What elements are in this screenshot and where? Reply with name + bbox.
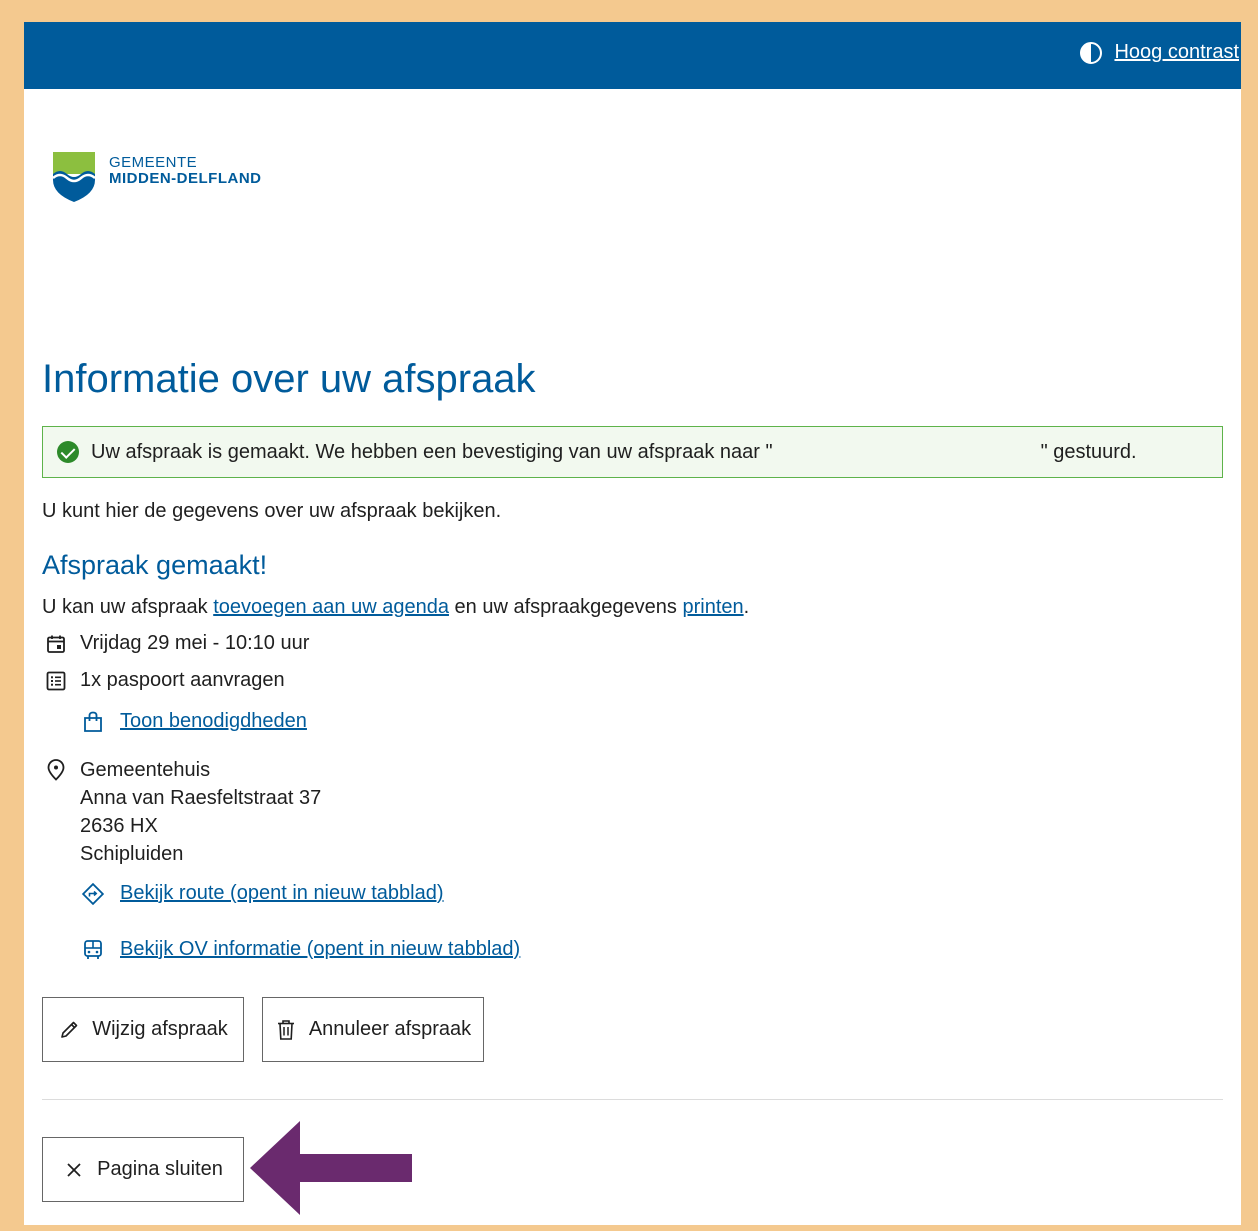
bus-icon: [82, 939, 104, 961]
close-label: Pagina sluiten: [97, 1158, 223, 1180]
public-transport-link[interactable]: Bekijk OV informatie (opent in nieuw tab…: [82, 938, 520, 961]
agenda-prefix: U kan uw afspraak: [42, 596, 214, 618]
municipality-logo[interactable]: GEMEENTE MIDDEN-DELFLAND: [53, 152, 261, 202]
agenda-suffix: .: [743, 596, 750, 618]
appointment-location: Gemeentehuis Anna van Raesfeltstraat 37 …: [46, 758, 321, 868]
product-text: 1x paspoort aanvragen: [80, 669, 285, 691]
agenda-middle: en uw afspraakgegevens: [448, 596, 683, 618]
close-page-button[interactable]: Pagina sluiten: [42, 1137, 244, 1202]
shopping-bag-icon: [82, 711, 104, 733]
print-link[interactable]: printen: [682, 596, 743, 618]
address-block: Gemeentehuis Anna van Raesfeltstraat 37 …: [80, 756, 321, 868]
edit-label: Wijzig afspraak: [92, 1018, 228, 1040]
logo-line-1: GEMEENTE: [109, 154, 198, 171]
requirements-label: Toon benodigdheden: [120, 710, 307, 732]
high-contrast-label: Hoog contrast: [1114, 41, 1239, 63]
high-contrast-link[interactable]: Hoog contrast: [1080, 41, 1239, 64]
cancel-label: Annuleer afspraak: [308, 1018, 472, 1040]
success-message: Uw afspraak is gemaakt. We hebben een be…: [42, 426, 1223, 478]
agenda-line: U kan uw afspraak toevoegen aan uw agend…: [42, 596, 749, 619]
ov-label: Bekijk OV informatie (opent in nieuw tab…: [120, 938, 521, 960]
close-icon: [63, 1159, 85, 1181]
calendar-icon: [46, 632, 66, 656]
directions-icon: [82, 882, 104, 905]
top-bar: Hoog contrast: [24, 22, 1241, 89]
route-label: Bekijk route (opent in nieuw tabblad): [120, 882, 444, 904]
logo-line-2: MIDDEN-DELFLAND: [109, 170, 262, 187]
location-city: Schipluiden: [80, 843, 184, 865]
location-pin-icon: [46, 758, 66, 782]
contrast-icon: [1080, 41, 1103, 64]
trash-icon: [275, 1019, 297, 1041]
edit-appointment-button[interactable]: Wijzig afspraak: [42, 997, 244, 1062]
route-link[interactable]: Bekijk route (opent in nieuw tabblad): [82, 882, 444, 905]
list-icon: [46, 669, 66, 693]
location-street: Anna van Raesfeltstraat 37: [80, 787, 322, 809]
datetime-text: Vrijdag 29 mei - 10:10 uur: [80, 632, 310, 654]
cancel-appointment-button[interactable]: Annuleer afspraak: [262, 997, 484, 1062]
logo-text: GEMEENTE MIDDEN-DELFLAND: [109, 152, 261, 186]
page-title: Informatie over uw afspraak: [42, 357, 536, 401]
divider: [42, 1099, 1223, 1100]
annotation-arrow-icon: [250, 1121, 412, 1215]
page-frame: Hoog contrast GEMEENTE MIDDEN-DELFLAND I…: [24, 22, 1241, 1225]
appointment-datetime: Vrijdag 29 mei - 10:10 uur: [46, 632, 309, 656]
appointment-product: 1x paspoort aanvragen: [46, 669, 285, 693]
section-title: Afspraak gemaakt!: [42, 550, 268, 580]
shield-logo-icon: [53, 152, 95, 202]
success-text-part1: Uw afspraak is gemaakt. We hebben een be…: [91, 440, 773, 463]
check-circle-icon: [57, 441, 79, 463]
intro-text: U kunt hier de gegevens over uw afspraak…: [42, 500, 502, 522]
add-to-calendar-link[interactable]: toevoegen aan uw agenda: [213, 596, 449, 618]
pencil-icon: [58, 1019, 80, 1041]
show-requirements-link[interactable]: Toon benodigdheden: [82, 710, 307, 733]
location-postcode: 2636 HX: [80, 815, 158, 837]
location-name: Gemeentehuis: [80, 759, 211, 781]
success-text-part2: " gestuurd.: [1040, 440, 1137, 463]
